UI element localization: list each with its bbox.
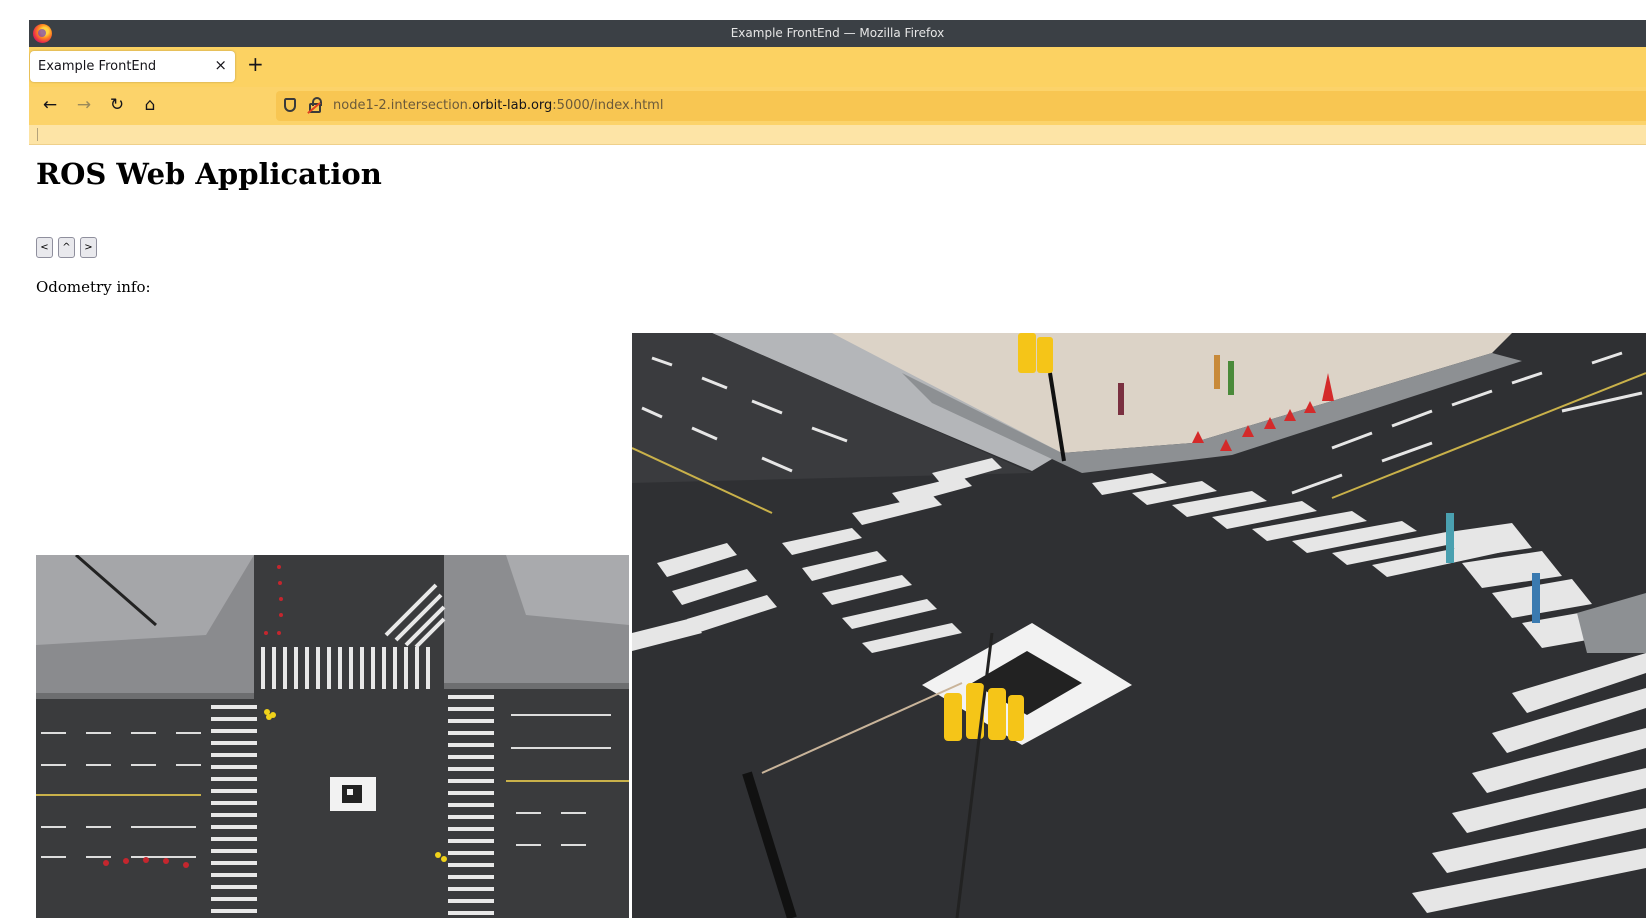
url-prefix: node1-2.intersection.	[333, 98, 473, 113]
tab-example-frontend[interactable]: Example FrontEnd ×	[30, 51, 235, 82]
new-tab-button[interactable]: +	[247, 52, 264, 76]
tab-label: Example FrontEnd	[38, 59, 157, 74]
odometry-label: Odometry info:	[36, 278, 151, 296]
window-title: Example FrontEnd — Mozilla Firefox	[730, 26, 945, 40]
home-icon[interactable]: ⌂	[139, 95, 161, 115]
forward-icon[interactable]: →	[73, 95, 95, 115]
page-content: ROS Web Application < ^ > Odometry info:	[29, 145, 1646, 918]
close-icon[interactable]: ×	[214, 56, 227, 74]
tab-bar: Example FrontEnd × +	[29, 47, 1646, 87]
insecure-lock-icon[interactable]	[309, 97, 322, 113]
title-bar: Example FrontEnd — Mozilla Firefox	[29, 20, 1646, 47]
reload-icon[interactable]: ↻	[106, 95, 128, 115]
shield-icon[interactable]	[284, 98, 296, 112]
bookmarks-toolbar	[29, 125, 1646, 145]
back-icon[interactable]: ←	[39, 95, 61, 115]
turn-left-button[interactable]: <	[36, 237, 53, 258]
street-camera-feed	[632, 333, 1646, 918]
bookmarks-separator	[37, 128, 38, 141]
turn-right-button[interactable]: >	[80, 237, 97, 258]
browser-window: Example FrontEnd — Mozilla Firefox Examp…	[29, 20, 1646, 918]
forward-button[interactable]: ^	[58, 237, 75, 258]
url-suffix: :5000/index.html	[552, 98, 664, 113]
page-title: ROS Web Application	[36, 157, 382, 191]
url-text[interactable]: node1-2.intersection.orbit-lab.org:5000/…	[333, 98, 663, 113]
overhead-camera-feed	[36, 555, 629, 918]
address-bar[interactable]: node1-2.intersection.orbit-lab.org:5000/…	[276, 91, 1646, 121]
navigation-toolbar: ← → ↻ ⌂ node1-2.intersection.orbit-lab.o…	[29, 87, 1646, 125]
url-domain: orbit-lab.org	[472, 98, 553, 113]
